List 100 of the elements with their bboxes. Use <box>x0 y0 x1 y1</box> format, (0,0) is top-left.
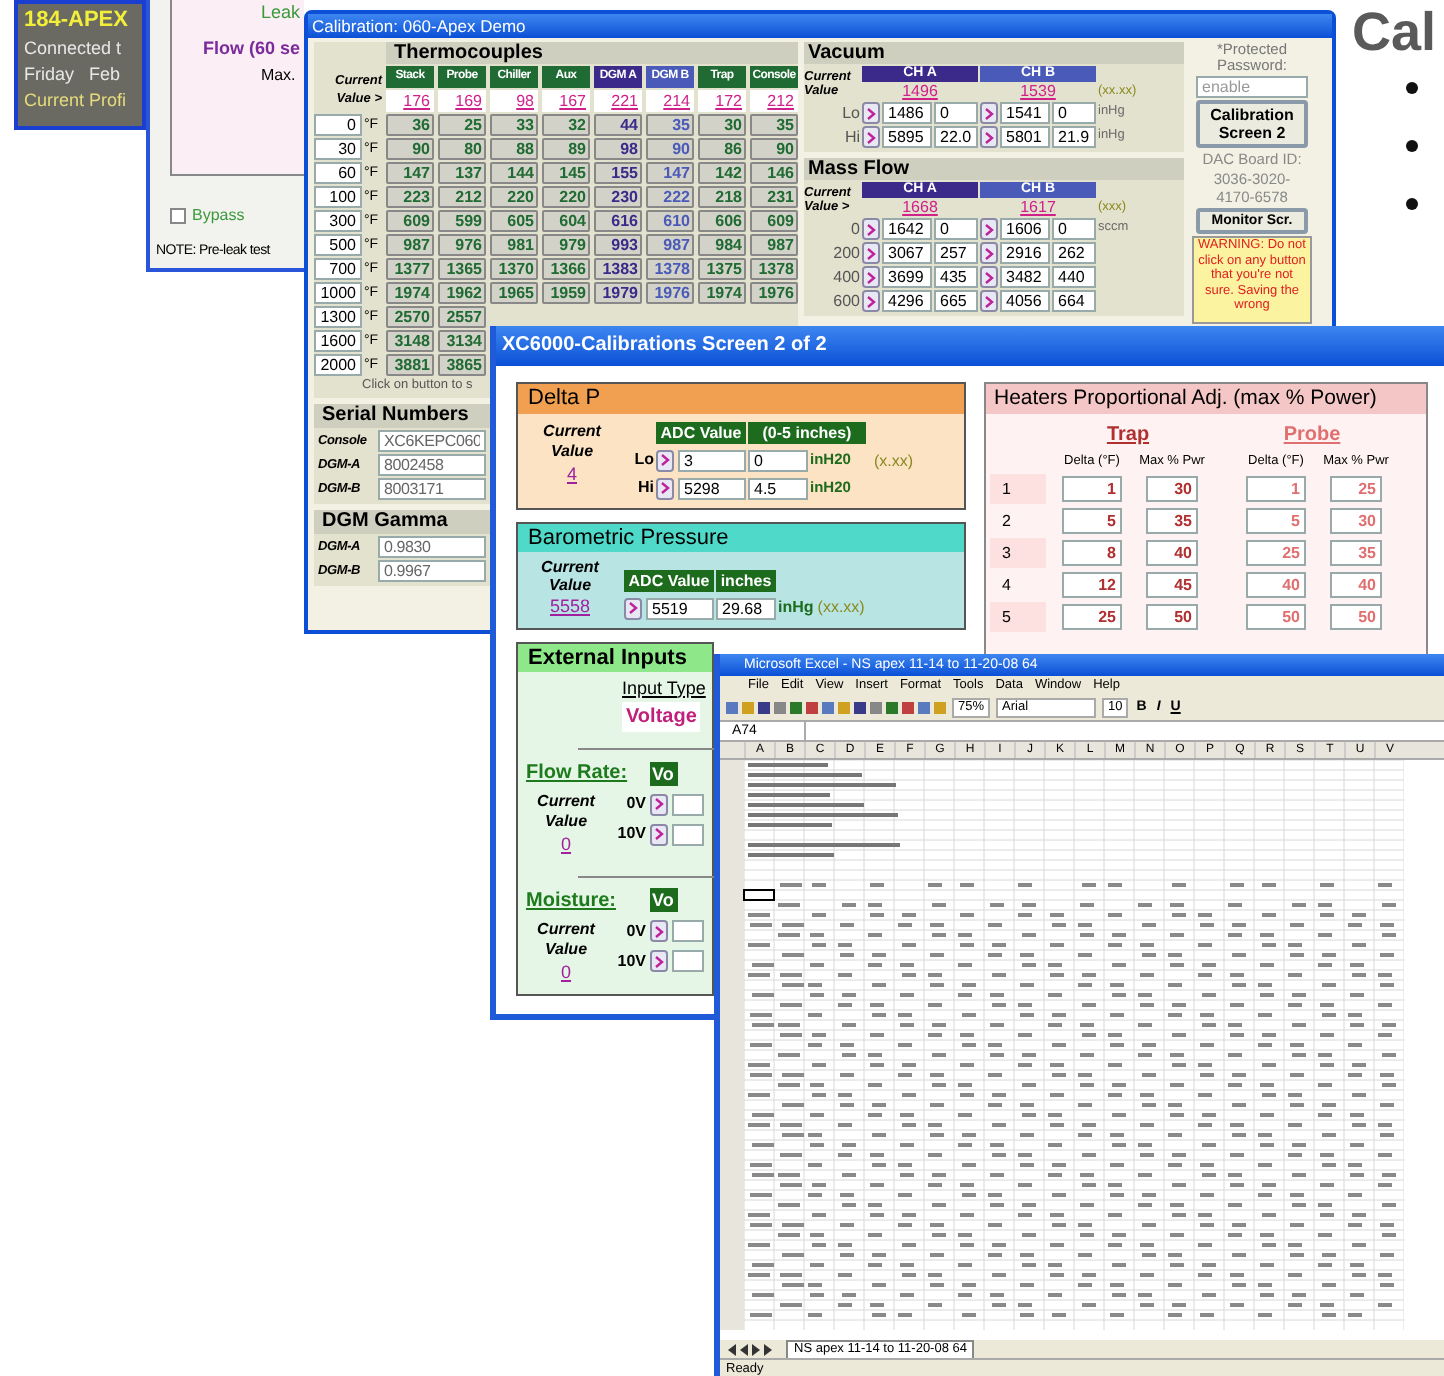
arrow-button[interactable] <box>862 126 880 148</box>
input-field[interactable]: 8002458 <box>378 454 486 476</box>
input-field[interactable]: 1300 <box>314 306 362 328</box>
calibration-value-button[interactable]: 981 <box>490 234 538 256</box>
arrow-button[interactable] <box>656 449 674 471</box>
calibration-value-button[interactable]: 606 <box>698 210 746 232</box>
input-field[interactable]: 1600 <box>314 330 362 352</box>
calibration-value-button[interactable]: 1370 <box>490 258 538 280</box>
calibration-value-button[interactable]: 147 <box>646 162 694 184</box>
calibration-value-button[interactable]: 90 <box>646 138 694 160</box>
calibration-value-button[interactable]: 984 <box>698 234 746 256</box>
input-field[interactable]: 500 <box>314 234 362 256</box>
input-field[interactable]: 4.5 <box>748 477 808 499</box>
toolbar-icons-drawing[interactable] <box>726 700 946 716</box>
input-field[interactable]: 257 <box>934 242 978 264</box>
arrow-button[interactable] <box>980 126 998 148</box>
calibration-value-button[interactable]: 220 <box>490 186 538 208</box>
calibration-value-button[interactable]: 218 <box>698 186 746 208</box>
calibration-value-button[interactable]: 155 <box>594 162 642 184</box>
input-field[interactable]: 0 <box>934 218 978 240</box>
input-field[interactable]: 435 <box>934 266 978 288</box>
input-field[interactable]: 700 <box>314 258 362 280</box>
input-field[interactable]: 8003171 <box>378 478 486 500</box>
calibration-value-button[interactable]: 993 <box>594 234 642 256</box>
calibration-value-button[interactable]: 98 <box>594 138 642 160</box>
calibration-value-button[interactable]: 30 <box>698 114 746 136</box>
calibration-value-button[interactable]: 80 <box>438 138 486 160</box>
calibration-value-button[interactable]: 1375 <box>698 258 746 280</box>
calibration-value-button[interactable]: 35 <box>750 114 798 136</box>
calibration-value-button[interactable]: 230 <box>594 186 642 208</box>
input-field[interactable]: 12 <box>1062 571 1122 598</box>
arrow-button[interactable] <box>650 823 668 845</box>
calibration-value-button[interactable]: 1378 <box>646 258 694 280</box>
input-field[interactable]: 664 <box>1052 290 1096 312</box>
input-field[interactable]: 3482 <box>1000 266 1050 288</box>
input-field[interactable]: 40 <box>1146 539 1198 566</box>
calibration-value-button[interactable]: 599 <box>438 210 486 232</box>
input-field[interactable]: 0 <box>1052 218 1096 240</box>
input-field[interactable]: 22.0 <box>934 126 978 148</box>
calibration-value-button[interactable]: 44 <box>594 114 642 136</box>
input-field[interactable]: 1000 <box>314 282 362 304</box>
calibration-value-button[interactable]: 609 <box>386 210 434 232</box>
input-field[interactable]: 35 <box>1146 507 1198 534</box>
input-field[interactable] <box>672 920 704 942</box>
input-field[interactable]: 0.9830 <box>378 536 486 558</box>
input-field[interactable]: 665 <box>934 290 978 312</box>
input-field[interactable]: 1606 <box>1000 218 1050 240</box>
calibration-value-button[interactable]: 86 <box>698 138 746 160</box>
arrow-button[interactable] <box>862 218 880 240</box>
input-field[interactable]: 4296 <box>882 290 932 312</box>
calibration-value-button[interactable]: 604 <box>542 210 590 232</box>
input-field[interactable]: 0 <box>1052 102 1096 124</box>
input-field[interactable]: 4056 <box>1000 290 1050 312</box>
calibration-value-button[interactable]: 2570 <box>386 306 434 328</box>
calibration-value-button[interactable]: 137 <box>438 162 486 184</box>
input-field[interactable]: 100 <box>314 186 362 208</box>
calibration-value-button[interactable]: 90 <box>386 138 434 160</box>
input-field[interactable]: 8 <box>1062 539 1122 566</box>
calibration-value-button[interactable]: 987 <box>386 234 434 256</box>
input-field[interactable]: 5 <box>1062 507 1122 534</box>
input-field[interactable]: 1486 <box>882 102 932 124</box>
calibration-value-button[interactable]: 146 <box>750 162 798 184</box>
calibration-value-button[interactable]: 147 <box>386 162 434 184</box>
arrow-button[interactable] <box>862 102 880 124</box>
input-field[interactable] <box>672 950 704 972</box>
calibration-value-button[interactable]: 222 <box>646 186 694 208</box>
calibration-value-button[interactable]: 1974 <box>698 282 746 304</box>
calibration-value-button[interactable]: 142 <box>698 162 746 184</box>
calibration-value-button[interactable]: 3134 <box>438 330 486 352</box>
calibration-value-button[interactable]: 212 <box>438 186 486 208</box>
calibration-value-button[interactable]: 609 <box>750 210 798 232</box>
input-field[interactable]: 21.9 <box>1052 126 1096 148</box>
arrow-button[interactable] <box>650 793 668 815</box>
arrow-button[interactable] <box>862 266 880 288</box>
input-field[interactable]: 60 <box>314 162 362 184</box>
input-field[interactable]: 1 <box>1062 475 1122 502</box>
input-field[interactable]: 30 <box>314 138 362 160</box>
calibration-value-button[interactable]: 145 <box>542 162 590 184</box>
calibration-value-button[interactable]: 220 <box>542 186 590 208</box>
calibration-value-button[interactable]: 979 <box>542 234 590 256</box>
calibration-value-button[interactable]: 987 <box>750 234 798 256</box>
calibration-value-button[interactable]: 1974 <box>386 282 434 304</box>
input-field[interactable]: 0.9967 <box>378 560 486 582</box>
input-field[interactable]: 300 <box>314 210 362 232</box>
calibration-value-button[interactable]: 1979 <box>594 282 642 304</box>
calibration-value-button[interactable]: 90 <box>750 138 798 160</box>
arrow-button[interactable] <box>980 242 998 264</box>
calibration-value-button[interactable]: 987 <box>646 234 694 256</box>
calibration-value-button[interactable]: 1377 <box>386 258 434 280</box>
input-field[interactable]: 5298 <box>678 477 746 499</box>
input-field[interactable]: 3699 <box>882 266 932 288</box>
calibration-value-button[interactable]: 1965 <box>490 282 538 304</box>
input-field[interactable]: 30 <box>1146 475 1198 502</box>
calibration-value-button[interactable]: 3148 <box>386 330 434 352</box>
input-field[interactable]: 5519 <box>646 597 714 619</box>
calibration-value-button[interactable]: 89 <box>542 138 590 160</box>
calibration-value-button[interactable]: 231 <box>750 186 798 208</box>
input-field[interactable]: 3 <box>678 449 746 471</box>
input-field[interactable]: 29.68 <box>716 597 776 619</box>
calibration-value-button[interactable]: 1976 <box>750 282 798 304</box>
